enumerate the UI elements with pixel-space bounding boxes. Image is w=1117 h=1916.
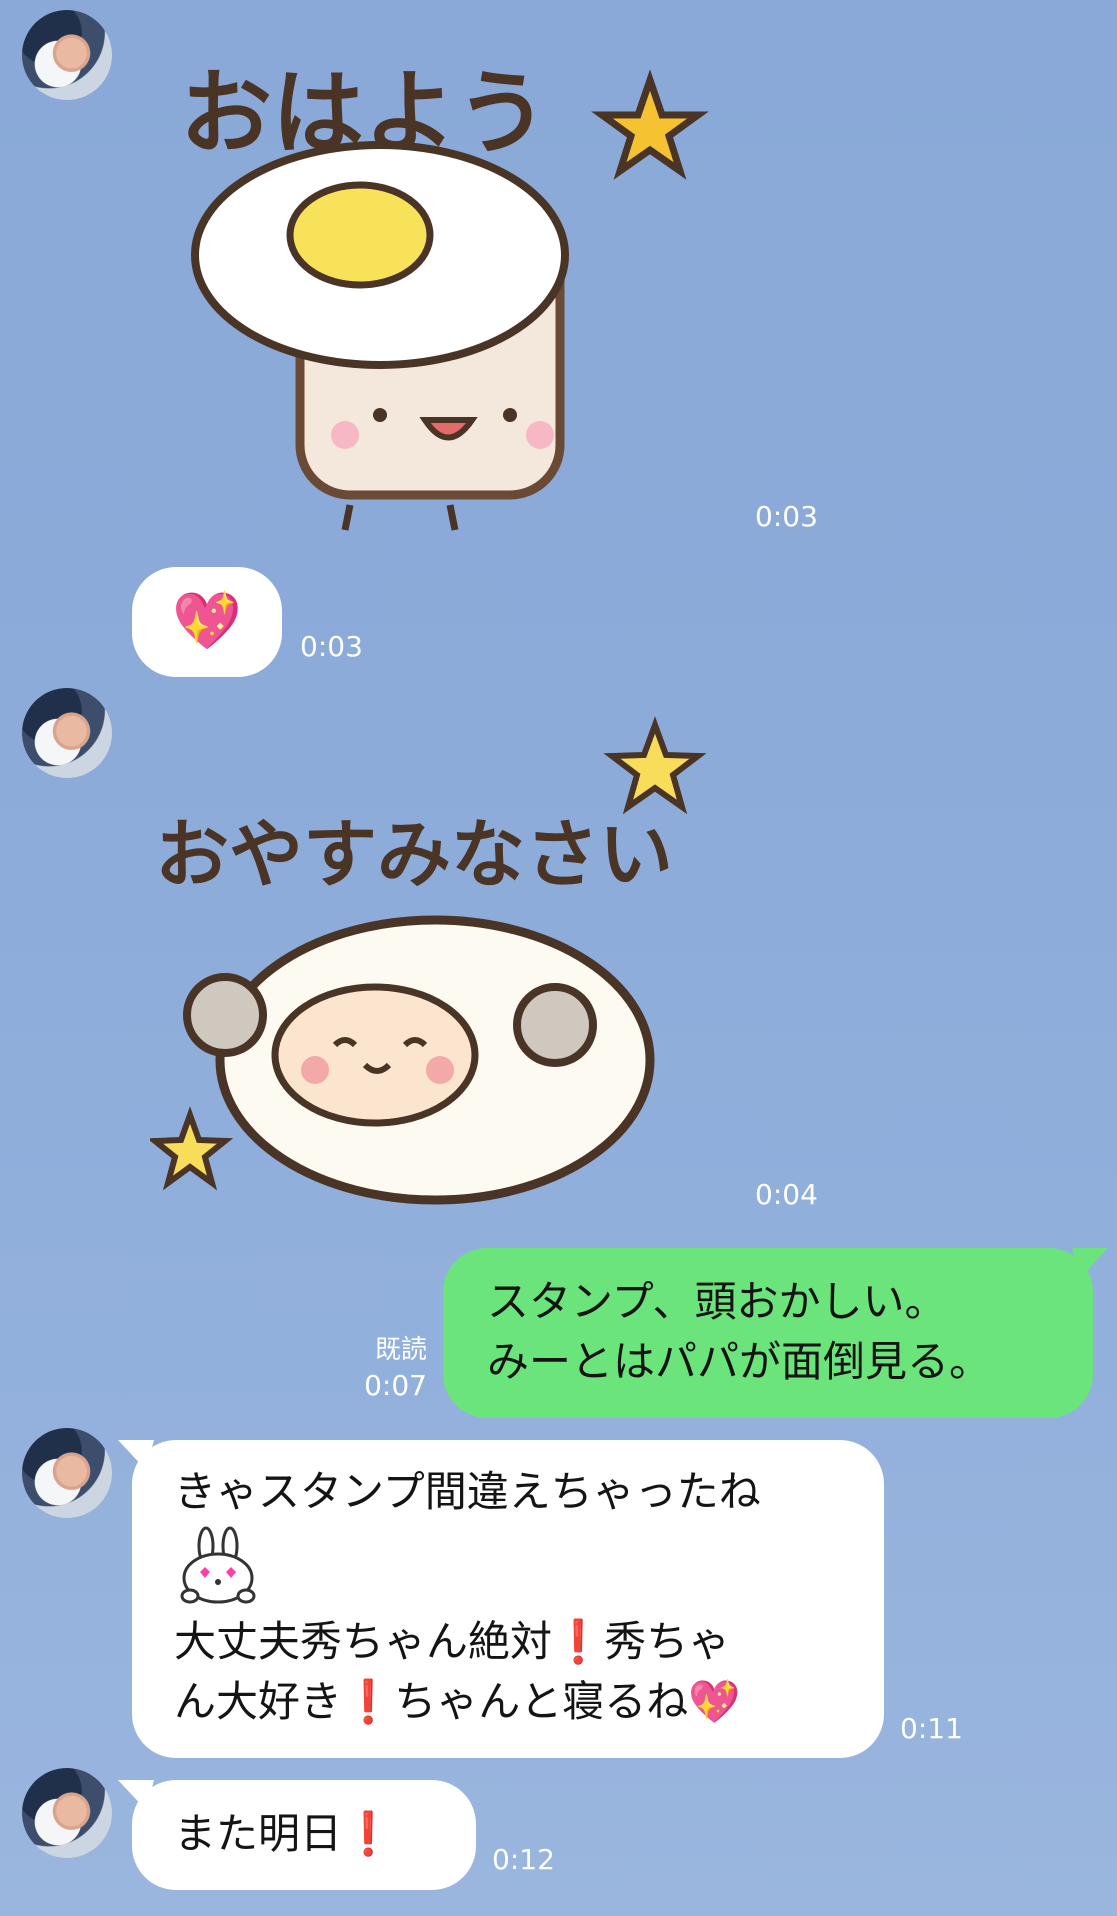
- message-bubble[interactable]: 💖: [132, 567, 282, 677]
- message-time: 0:03: [755, 500, 818, 533]
- avatar[interactable]: [22, 688, 112, 778]
- horn-left: [183, 973, 267, 1057]
- avatar[interactable]: [22, 1428, 112, 1518]
- message-line: また明日❗️: [174, 1809, 395, 1858]
- message-time: 0:03: [300, 630, 363, 663]
- sticker-text: おやすみなさい: [155, 812, 673, 898]
- sheep-face: [271, 983, 479, 1127]
- message-line: きゃスタンプ間違えちゃったね: [174, 1467, 761, 1516]
- bubble-tail: [0, 0, 36, 30]
- sticker-good-night[interactable]: おやすみなさい: [150, 715, 720, 1215]
- sparkling-heart-emoji: 💖: [172, 589, 242, 654]
- star-icon: [150, 1106, 234, 1191]
- avatar[interactable]: [22, 1768, 112, 1858]
- message-bubble-received[interactable]: また明日❗️: [132, 1780, 476, 1890]
- bubble-tail: [1072, 1248, 1108, 1278]
- message-time: 0:12: [492, 1843, 555, 1876]
- read-label: 既読: [374, 1335, 427, 1365]
- star-icon: [591, 69, 709, 180]
- message-line: ん大好き❗️ちゃんと寝るね💖: [174, 1677, 741, 1726]
- horn-right: [513, 983, 597, 1067]
- message-bubble-sent[interactable]: スタンプ、頭おかしい。 みーとはパパが面倒見る。: [443, 1248, 1093, 1418]
- message-time: 0:07: [364, 1369, 427, 1402]
- egg-yolk: [286, 181, 434, 289]
- read-receipt: 既読 0:07: [355, 1332, 427, 1404]
- message-line: スタンプ、頭おかしい。: [487, 1277, 947, 1326]
- message-time: 0:04: [755, 1178, 818, 1211]
- message-time: 0:11: [900, 1712, 963, 1745]
- star-icon: [603, 716, 707, 815]
- bunny-emoji-icon: [180, 1526, 256, 1604]
- message-line: みーとはパパが面倒見る。: [487, 1337, 992, 1386]
- message-bubble-received[interactable]: きゃスタンプ間違えちゃったね 大丈夫秀ちゃん絶対❗️秀ちゃ ん大好き❗️ちゃんと…: [132, 1440, 884, 1758]
- message-line: 大丈夫秀ちゃん絶対❗️秀ちゃ: [174, 1617, 731, 1666]
- sticker-good-morning[interactable]: おはよう: [150, 35, 710, 545]
